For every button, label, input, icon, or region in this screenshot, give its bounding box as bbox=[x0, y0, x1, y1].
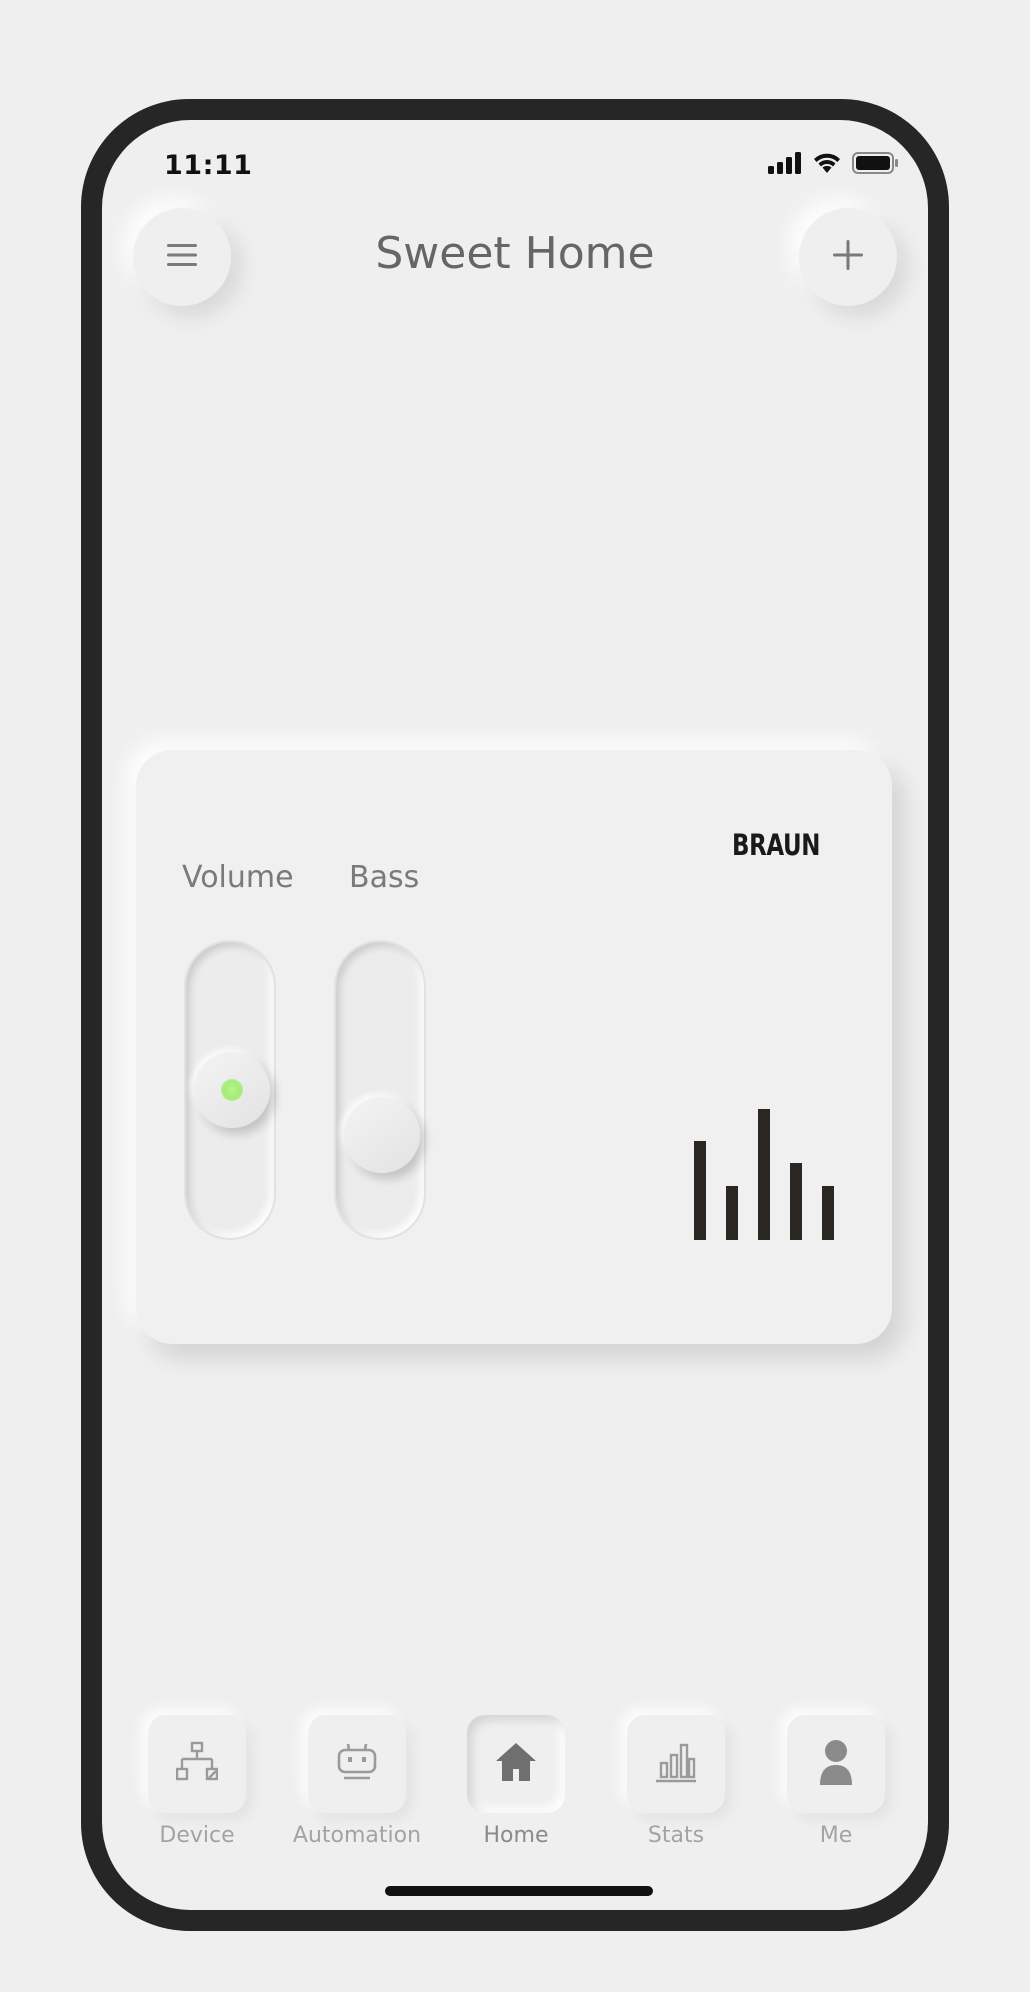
nav-item-me[interactable]: Me bbox=[756, 1715, 916, 1848]
svg-text:BRAUN: BRAUN bbox=[732, 828, 820, 858]
nav-tile-home[interactable] bbox=[467, 1715, 565, 1813]
bass-slider-knob[interactable] bbox=[344, 1096, 420, 1173]
speaker-card: Volume Bass BRAUN bbox=[136, 750, 892, 1344]
status-time: 11:11 bbox=[164, 150, 253, 181]
nav-label-me: Me bbox=[819, 1823, 853, 1848]
nav-item-device[interactable]: Device bbox=[117, 1715, 277, 1848]
equalizer-bar bbox=[790, 1163, 802, 1240]
equalizer-bar bbox=[822, 1186, 834, 1240]
nav-label-automation: Automation bbox=[292, 1823, 422, 1848]
screen: 11:11 Sweet Home Volume Bass BRAUN Devic… bbox=[102, 120, 928, 1910]
nav-tile-me[interactable] bbox=[787, 1715, 885, 1813]
add-button[interactable] bbox=[799, 208, 897, 306]
wifi-icon bbox=[812, 152, 842, 178]
volume-slider[interactable] bbox=[184, 940, 276, 1240]
equalizer-display bbox=[694, 1070, 844, 1240]
network-icon bbox=[175, 1741, 219, 1787]
phone-frame: 11:11 Sweet Home Volume Bass BRAUN Devic… bbox=[81, 99, 949, 1931]
volume-slider-knob[interactable] bbox=[194, 1052, 270, 1128]
nav-item-stats[interactable]: Stats bbox=[596, 1715, 756, 1848]
equalizer-bar bbox=[694, 1141, 706, 1240]
bass-slider[interactable] bbox=[334, 940, 426, 1240]
battery-icon bbox=[852, 152, 898, 178]
robot-icon bbox=[336, 1741, 378, 1787]
status-icons bbox=[768, 152, 898, 178]
braun-logo: BRAUN bbox=[732, 828, 822, 862]
nav-tile-device[interactable] bbox=[148, 1715, 246, 1813]
bar-chart-icon bbox=[654, 1741, 698, 1787]
volume-label: Volume bbox=[182, 860, 294, 895]
home-indicator[interactable] bbox=[385, 1886, 653, 1896]
nav-item-home[interactable]: Home bbox=[436, 1715, 596, 1848]
user-icon bbox=[816, 1739, 856, 1789]
nav-tile-stats[interactable] bbox=[627, 1715, 725, 1813]
nav-label-home: Home bbox=[483, 1823, 549, 1848]
nav-label-stats: Stats bbox=[647, 1823, 705, 1848]
home-icon bbox=[494, 1741, 538, 1787]
plus-icon bbox=[832, 239, 864, 275]
nav-tile-automation[interactable] bbox=[308, 1715, 406, 1813]
cellular-signal-icon bbox=[768, 152, 802, 178]
nav-label-device: Device bbox=[159, 1823, 235, 1848]
equalizer-bar bbox=[758, 1109, 770, 1240]
bottom-nav: Device Automation Home Stats Me bbox=[102, 1715, 928, 1848]
equalizer-bar bbox=[726, 1186, 738, 1240]
nav-item-automation[interactable]: Automation bbox=[277, 1715, 437, 1848]
volume-indicator-light bbox=[221, 1079, 243, 1101]
bass-label: Bass bbox=[349, 860, 420, 895]
